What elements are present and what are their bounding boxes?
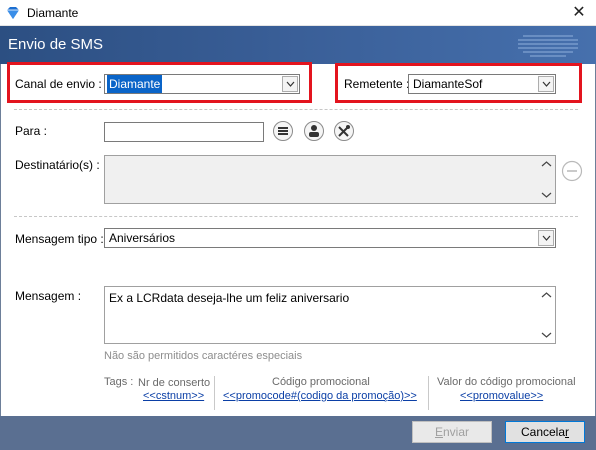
contacts-list-button[interactable] <box>273 121 293 141</box>
mensagem-tipo-select[interactable]: Aniversários <box>104 228 556 248</box>
header-decoration <box>518 35 578 57</box>
tools-icon <box>338 125 350 137</box>
scrollbar[interactable] <box>538 287 555 343</box>
para-label: Para : <box>15 124 48 138</box>
remetente-select[interactable]: DiamanteSof <box>408 74 556 94</box>
canal-label: Canal de envio : <box>15 77 102 91</box>
tag-title-cstnum: Nr de conserto <box>138 377 211 389</box>
scrollbar[interactable] <box>538 156 555 203</box>
tag-separator <box>214 376 215 410</box>
tag-title-promovalue: Valor do código promocional <box>437 376 576 388</box>
form-header: Envio de SMS <box>0 26 596 64</box>
chevron-down-icon[interactable] <box>541 331 552 339</box>
client-search-button[interactable] <box>304 121 324 141</box>
tag-link-cstnum[interactable]: <<cstnum>> <box>143 390 204 402</box>
mensagem-tipo-label: Mensagem tipo : <box>15 232 104 246</box>
special-chars-note: Não são permitidos caractéres especiais <box>104 350 303 362</box>
close-icon: ✕ <box>572 4 586 21</box>
tag-link-promocode[interactable]: <<promocode#(codigo da promoção)>> <box>223 390 417 402</box>
chevron-down-icon[interactable] <box>538 230 554 246</box>
enviar-button[interactable]: Enviar <box>412 421 492 443</box>
list-icon <box>278 127 288 135</box>
tag-separator <box>428 376 429 410</box>
window-title: Diamante <box>27 6 79 20</box>
mensagem-label: Mensagem : <box>15 289 82 303</box>
tag-title-promocode: Código promocional <box>272 376 370 388</box>
diamond-icon <box>7 7 19 19</box>
divider <box>14 216 578 217</box>
remove-icon[interactable] <box>561 160 583 182</box>
chevron-down-icon[interactable] <box>541 191 552 199</box>
chevron-up-icon[interactable] <box>541 160 552 168</box>
divider <box>14 109 578 110</box>
destinatarios-label: Destinatário(s) : <box>15 158 100 172</box>
close-button[interactable]: ✕ <box>564 0 594 26</box>
chevron-down-icon[interactable] <box>282 76 298 92</box>
form-title: Envio de SMS <box>8 36 104 53</box>
tags-label: Tags : <box>104 376 134 388</box>
tag-link-promovalue[interactable]: <<promovalue>> <box>460 390 543 402</box>
destinatarios-list[interactable] <box>104 155 556 204</box>
user-icon <box>309 125 319 137</box>
cancelar-button[interactable]: Cancelar <box>505 421 585 443</box>
canal-select[interactable]: Diamante <box>104 74 300 94</box>
title-bar: Diamante ✕ <box>0 0 596 26</box>
remetente-label: Remetente : <box>344 77 410 91</box>
chevron-down-icon[interactable] <box>538 76 554 92</box>
chevron-up-icon[interactable] <box>541 291 552 299</box>
para-input[interactable] <box>104 122 264 142</box>
tools-button[interactable] <box>334 121 354 141</box>
mensagem-textarea[interactable]: Ex a LCRdata deseja-lhe um feliz anivers… <box>104 286 556 344</box>
